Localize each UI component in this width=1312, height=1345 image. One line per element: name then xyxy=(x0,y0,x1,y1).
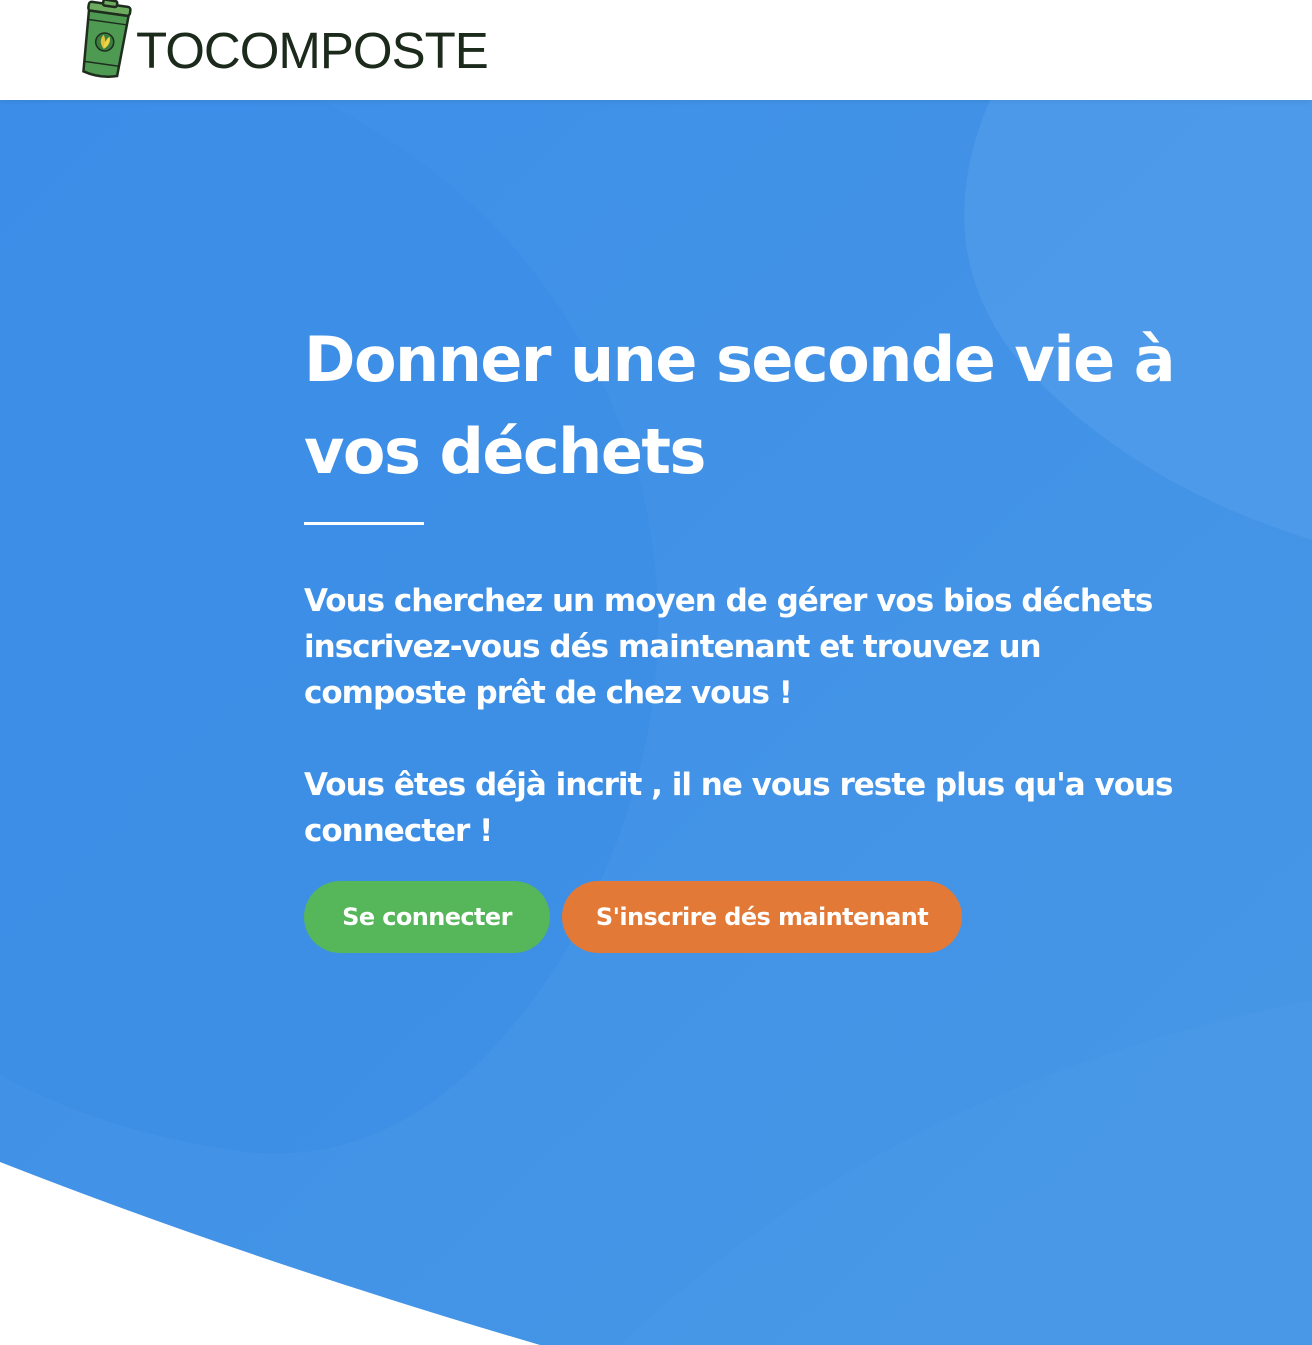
hero-title: Donner une seconde vie à vos déchets xyxy=(304,323,1176,488)
site-header: TOCOMPOSTE xyxy=(0,0,1312,100)
login-button[interactable]: Se connecter xyxy=(304,881,550,953)
signup-button[interactable]: S'inscrire dés maintenant xyxy=(562,881,962,953)
brand-logo[interactable]: TOCOMPOSTE xyxy=(76,0,489,80)
title-divider xyxy=(304,522,424,525)
hero-login-prompt: Vous êtes déjà incrit , il ne vous reste… xyxy=(304,767,1174,849)
hero-background xyxy=(0,100,1312,1345)
hero-description: Vous cherchez un moyen de gérer vos bios… xyxy=(304,583,1153,711)
compost-bin-icon xyxy=(82,0,132,78)
hero-section: Donner une seconde vie à vos déchets Vou… xyxy=(0,100,1312,1345)
brand-name: TOCOMPOSTE xyxy=(136,22,489,79)
